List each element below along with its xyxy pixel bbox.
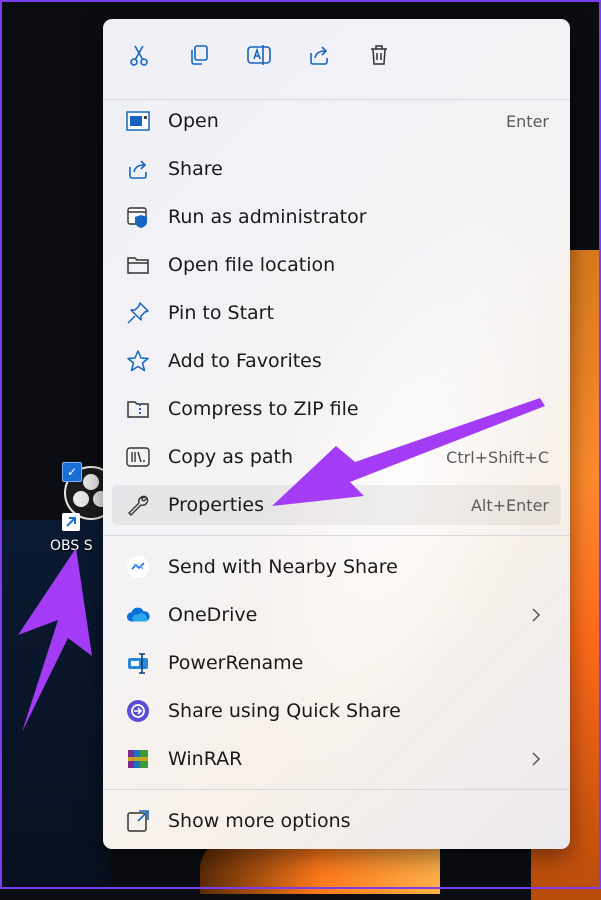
- menu-item-label: Share using Quick Share: [168, 700, 401, 722]
- menu-item-shortcut: Enter: [506, 112, 549, 131]
- chevron-right-icon: [532, 608, 541, 622]
- menu-item-shortcut: Ctrl+Shift+C: [446, 448, 549, 467]
- winrar-icon: [126, 748, 150, 770]
- onedrive-icon: [126, 604, 150, 626]
- menu-item-properties[interactable]: Properties Alt+Enter: [112, 485, 561, 525]
- menu-item-label: PowerRename: [168, 652, 304, 674]
- nearby-share-icon: [126, 556, 150, 578]
- open-window-icon: [126, 110, 150, 132]
- copy-icon: [191, 45, 208, 65]
- menu-item-label: Show more options: [168, 810, 351, 832]
- menu-divider: [103, 99, 570, 100]
- menu-item-nearby-share[interactable]: Send with Nearby Share: [112, 547, 561, 587]
- share-icon: [310, 46, 328, 65]
- menu-item-label: Copy as path: [168, 446, 294, 468]
- menu-item-label: Pin to Start: [168, 302, 274, 324]
- cut-icon: [130, 45, 148, 66]
- share-icon: [126, 158, 150, 180]
- menu-item-label: Add to Favorites: [168, 350, 322, 372]
- menu-divider: [103, 535, 570, 536]
- context-menu-toolbar: [103, 35, 570, 79]
- selection-checkbox-icon[interactable]: ✓: [62, 462, 82, 482]
- show-more-icon: [126, 810, 150, 832]
- context-menu: Open Enter Share Run as administrator Op…: [103, 19, 570, 849]
- powerrename-icon: [126, 652, 150, 674]
- menu-item-label: Open: [168, 110, 219, 132]
- menu-item-winrar[interactable]: WinRAR: [112, 739, 561, 779]
- quick-share-icon: [126, 700, 150, 722]
- shortcut-arrow-icon: [62, 513, 80, 531]
- menu-item-shortcut: Alt+Enter: [470, 496, 549, 515]
- delete-icon: [371, 45, 387, 65]
- share-button[interactable]: [299, 35, 339, 75]
- menu-item-add-to-favorites[interactable]: Add to Favorites: [112, 341, 561, 381]
- menu-item-label: Send with Nearby Share: [168, 556, 398, 578]
- menu-item-quick-share[interactable]: Share using Quick Share: [112, 691, 561, 731]
- chevron-right-icon: [532, 752, 541, 766]
- rename-icon: [247, 45, 271, 65]
- copy-path-icon: [126, 446, 150, 468]
- menu-item-label: OneDrive: [168, 604, 258, 626]
- rename-button[interactable]: [239, 35, 279, 75]
- menu-item-label: WinRAR: [168, 748, 243, 770]
- wrench-icon: [126, 494, 150, 516]
- zip-folder-icon: [126, 398, 150, 420]
- folder-icon: [126, 254, 150, 276]
- copy-button[interactable]: [179, 35, 219, 75]
- desktop-wallpaper-left: [0, 520, 110, 889]
- menu-item-copy-as-path[interactable]: Copy as path Ctrl+Shift+C: [112, 437, 561, 477]
- star-icon: [126, 350, 150, 372]
- menu-divider: [103, 789, 570, 790]
- cut-button[interactable]: [119, 35, 159, 75]
- menu-item-open-file-location[interactable]: Open file location: [112, 245, 561, 285]
- menu-item-label: Compress to ZIP file: [168, 398, 359, 420]
- menu-item-pin-to-start[interactable]: Pin to Start: [112, 293, 561, 333]
- menu-item-show-more-options[interactable]: Show more options: [112, 801, 561, 841]
- pin-icon: [126, 302, 150, 324]
- menu-item-label: Open file location: [168, 254, 336, 276]
- shield-icon: [126, 206, 150, 228]
- menu-item-label: Share: [168, 158, 223, 180]
- menu-item-open[interactable]: Open Enter: [112, 101, 561, 141]
- menu-item-share[interactable]: Share: [112, 149, 561, 189]
- delete-button[interactable]: [359, 35, 399, 75]
- menu-item-label: Properties: [168, 494, 265, 516]
- menu-item-onedrive[interactable]: OneDrive: [112, 595, 561, 635]
- menu-item-compress-zip[interactable]: Compress to ZIP file: [112, 389, 561, 429]
- menu-item-powerrename[interactable]: PowerRename: [112, 643, 561, 683]
- menu-item-label: Run as administrator: [168, 206, 367, 228]
- menu-item-run-as-admin[interactable]: Run as administrator: [112, 197, 561, 237]
